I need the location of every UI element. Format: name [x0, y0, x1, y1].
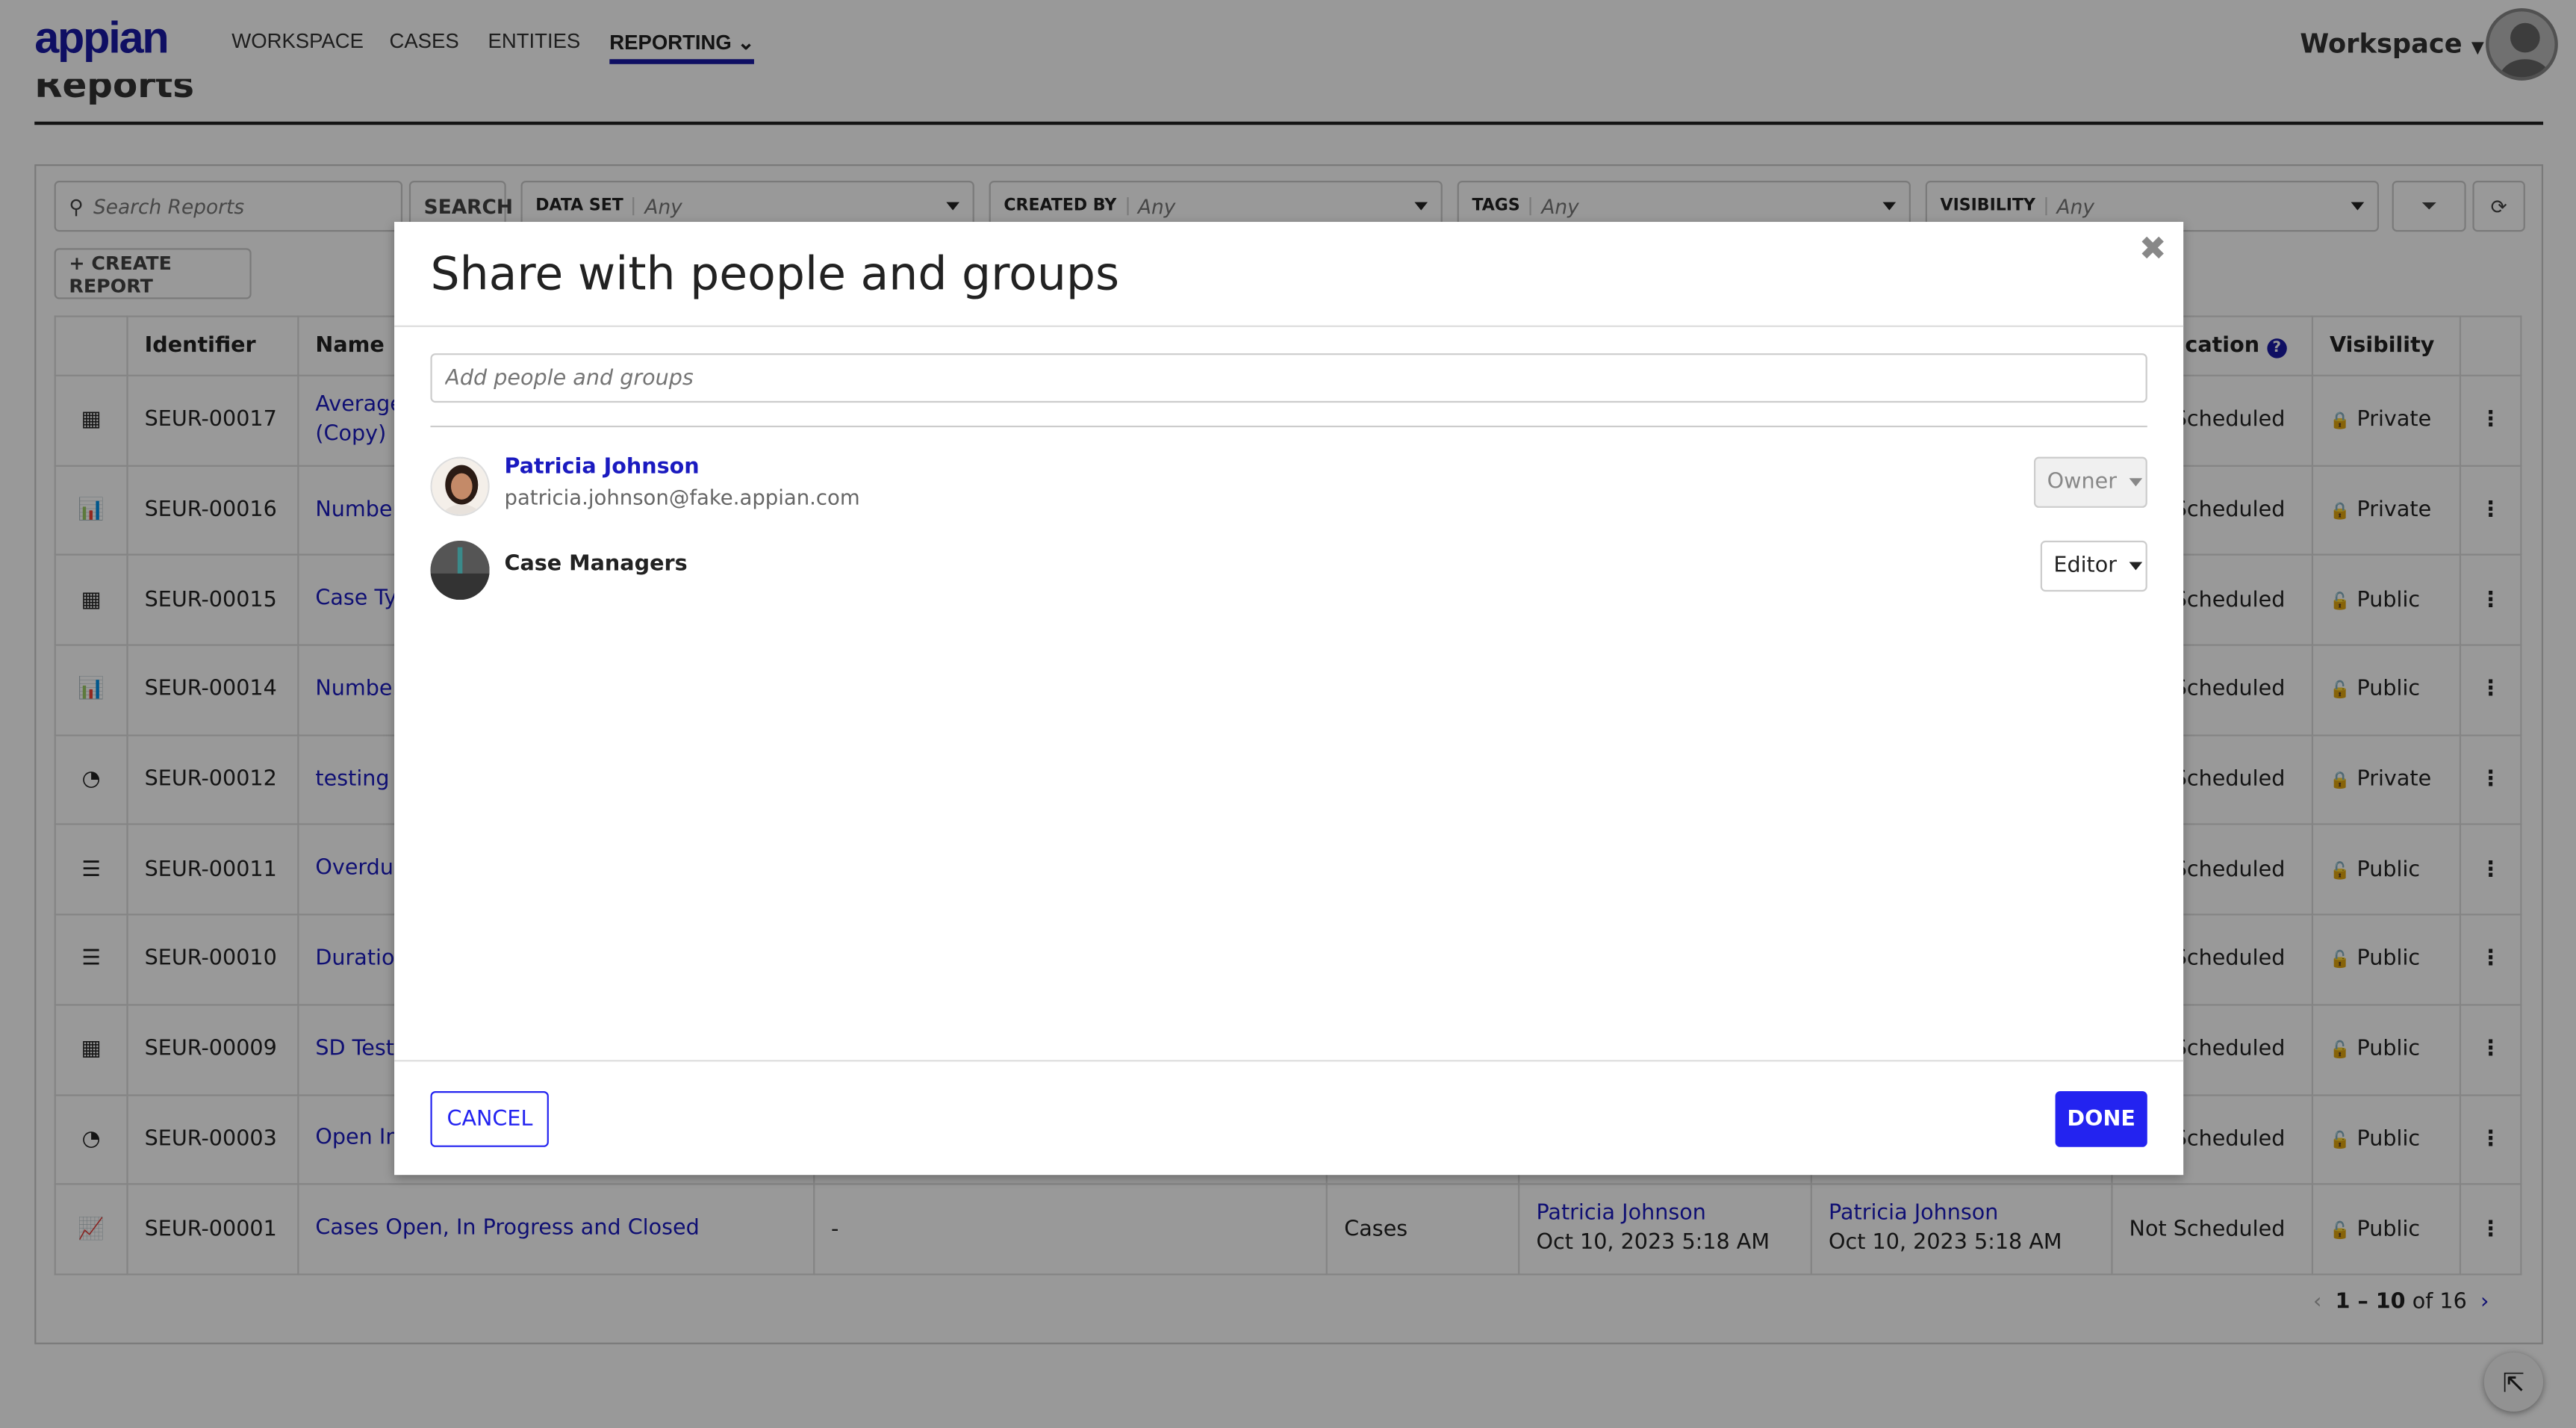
owner-role-dropdown[interactable]: Owner — [2033, 456, 2147, 508]
role-value: Owner — [2047, 470, 2117, 495]
person-email: patricia.johnson@fake.appian.com — [504, 485, 860, 510]
group-name: Case Managers — [504, 552, 688, 577]
dialog-title: Share with people and groups — [430, 246, 1120, 301]
editor-role-dropdown[interactable]: Editor — [2040, 540, 2147, 592]
share-dialog: Share with people and groups ✖ Patricia … — [394, 222, 2184, 1176]
avatar — [430, 456, 490, 516]
caret-down-icon — [2129, 562, 2144, 571]
group-avatar — [430, 540, 490, 600]
divider — [430, 425, 2147, 428]
add-people-input[interactable] — [430, 353, 2147, 403]
divider — [394, 1060, 2184, 1062]
done-button[interactable]: DONE — [2055, 1090, 2147, 1147]
cancel-button[interactable]: CANCEL — [430, 1090, 550, 1147]
person-name-link[interactable]: Patricia Johnson — [504, 455, 699, 479]
close-icon[interactable]: ✖ — [2139, 229, 2167, 268]
divider — [394, 325, 2184, 327]
caret-down-icon — [2129, 478, 2144, 487]
role-value: Editor — [2053, 553, 2118, 579]
